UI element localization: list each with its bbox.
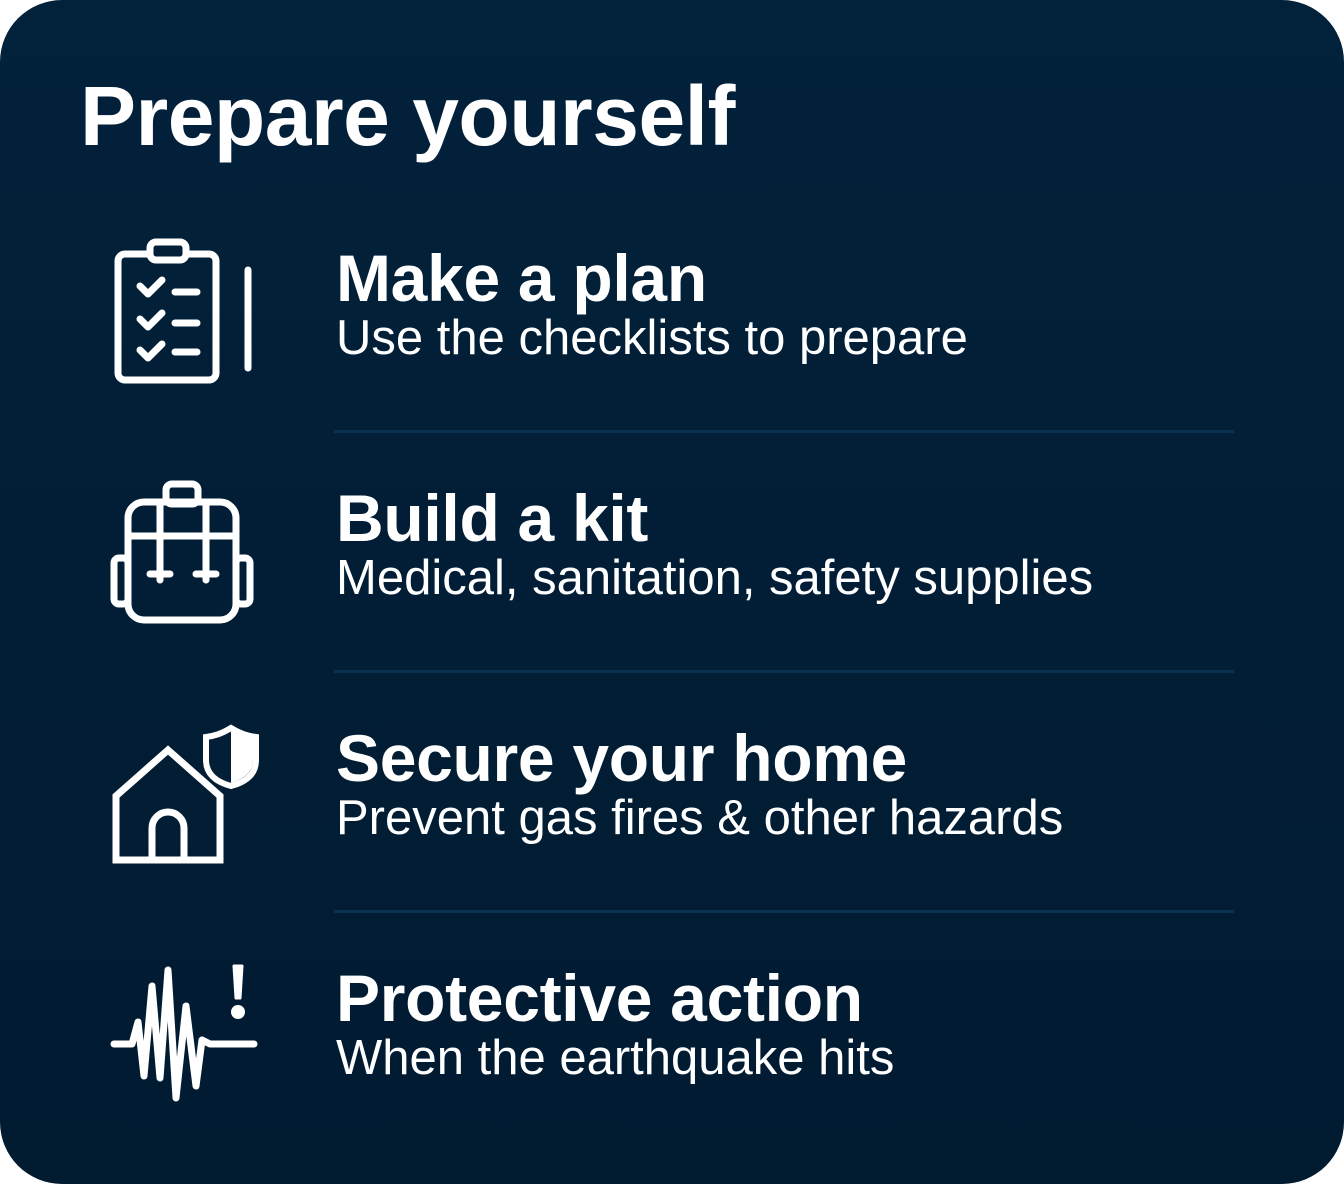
- list-item-protective-action[interactable]: Protective action When the earthquake hi…: [0, 956, 1344, 1156]
- item-subtitle: Use the checklists to prepare: [336, 311, 968, 365]
- prepare-yourself-card: Prepare yourself Make a plan Use the che…: [0, 0, 1344, 1184]
- item-title: Build a kit: [336, 481, 649, 555]
- divider: [334, 910, 1234, 913]
- divider: [334, 670, 1234, 673]
- item-title: Protective action: [336, 961, 863, 1035]
- item-subtitle: When the earthquake hits: [336, 1031, 895, 1085]
- list-item-make-a-plan[interactable]: Make a plan Use the checklists to prepar…: [0, 236, 1344, 436]
- card-title: Prepare yourself: [80, 69, 735, 163]
- divider: [334, 430, 1234, 433]
- item-title: Make a plan: [336, 241, 707, 315]
- item-subtitle: Medical, sanitation, safety supplies: [336, 551, 1094, 605]
- backpack-icon: [104, 476, 264, 636]
- list-item-build-a-kit[interactable]: Build a kit Medical, sanitation, safety …: [0, 476, 1344, 676]
- home-shield-icon: [104, 716, 264, 876]
- seismic-alert-icon: [104, 956, 264, 1116]
- item-subtitle: Prevent gas fires & other hazards: [336, 791, 1064, 845]
- list-item-secure-your-home[interactable]: Secure your home Prevent gas fires & oth…: [0, 716, 1344, 916]
- clipboard-checklist-icon: [104, 236, 264, 396]
- item-title: Secure your home: [336, 721, 908, 795]
